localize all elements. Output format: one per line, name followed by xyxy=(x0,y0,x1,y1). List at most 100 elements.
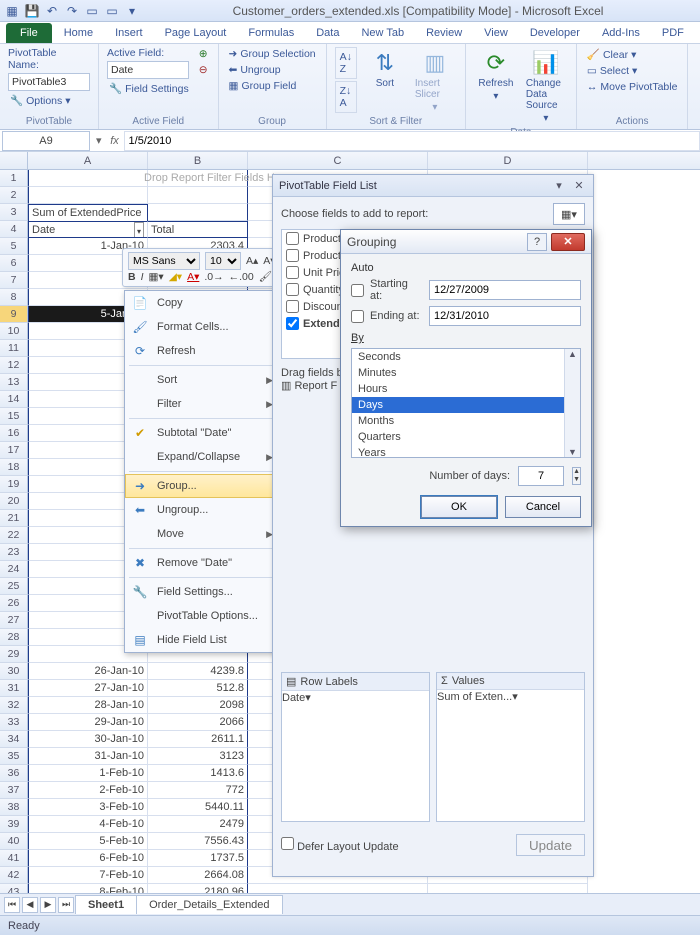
row-header[interactable]: 27 xyxy=(0,612,28,629)
help-icon[interactable]: ? xyxy=(527,233,547,251)
layout-button[interactable]: ▦▾ xyxy=(553,203,585,225)
by-option-months[interactable]: Months xyxy=(352,413,580,429)
cell[interactable]: 6-Feb-10 xyxy=(28,850,148,867)
cell[interactable]: 3-Feb-10 xyxy=(28,799,148,816)
row-header[interactable]: 31 xyxy=(0,680,28,697)
menu-item-hide-field-list[interactable]: ▤Hide Field List xyxy=(125,628,279,652)
field-checkbox[interactable] xyxy=(286,283,299,296)
cell[interactable]: 28-Jan-10 xyxy=(28,697,148,714)
tab-developer[interactable]: Developer xyxy=(520,23,590,43)
by-option-hours[interactable]: Hours xyxy=(352,381,580,397)
tab-nav-prev[interactable]: ◀ xyxy=(22,897,38,913)
field-settings-button[interactable]: 🔧 Field Settings xyxy=(107,81,191,96)
ending-at-input[interactable] xyxy=(429,306,581,326)
cell[interactable]: Total xyxy=(148,221,248,238)
row-header[interactable]: 41 xyxy=(0,850,28,867)
starting-at-input[interactable] xyxy=(429,280,581,300)
select-button[interactable]: ▭ Select ▾ xyxy=(585,64,680,78)
row-header[interactable]: 15 xyxy=(0,408,28,425)
format-painter-icon[interactable]: 🖌 xyxy=(259,270,272,283)
row-labels-zone[interactable]: ▤Row Labels Date▾ xyxy=(281,672,430,822)
qat-icon[interactable]: ▭ xyxy=(104,3,120,19)
field-checkbox[interactable] xyxy=(286,300,299,313)
menu-item-refresh[interactable]: ⟳Refresh xyxy=(125,339,279,363)
cell[interactable]: 5-Feb-10 xyxy=(28,833,148,850)
sort-button[interactable]: ⇅Sort xyxy=(363,47,407,92)
tab-nav-next[interactable]: ▶ xyxy=(40,897,56,913)
row-header[interactable]: 18 xyxy=(0,459,28,476)
fx-icon[interactable]: fx xyxy=(106,135,124,147)
col-header-d[interactable]: D xyxy=(428,152,588,169)
tab-addins[interactable]: Add-Ins xyxy=(592,23,650,43)
select-all-corner[interactable] xyxy=(0,152,28,169)
tab-formulas[interactable]: Formulas xyxy=(238,23,304,43)
row-header[interactable]: 6 xyxy=(0,255,28,272)
cell[interactable]: 1413.6 xyxy=(148,765,248,782)
row-header[interactable]: 13 xyxy=(0,374,28,391)
field-checkbox[interactable] xyxy=(286,317,299,330)
cell[interactable]: 26-Jan-10 xyxy=(28,663,148,680)
scrollbar[interactable]: ▲▼ xyxy=(564,349,580,457)
decrease-decimal-icon[interactable]: .0→ xyxy=(204,271,223,283)
row-header[interactable]: 22 xyxy=(0,527,28,544)
tab-insert[interactable]: Insert xyxy=(105,23,153,43)
cell[interactable]: 2098 xyxy=(148,697,248,714)
row-header[interactable]: 24 xyxy=(0,561,28,578)
options-button[interactable]: 🔧 Options ▾ xyxy=(8,93,90,108)
sort-asc-button[interactable]: A↓Z xyxy=(335,47,357,79)
menu-item-filter[interactable]: Filter▶ xyxy=(125,392,279,416)
by-option-minutes[interactable]: Minutes xyxy=(352,365,580,381)
tab-home[interactable]: Home xyxy=(54,23,103,43)
formula-input[interactable] xyxy=(124,131,700,151)
sheet-tab-order-details[interactable]: Order_Details_Extended xyxy=(136,895,282,914)
row-header[interactable]: 2 xyxy=(0,187,28,204)
row-header[interactable]: 32 xyxy=(0,697,28,714)
pivottable-name-input[interactable] xyxy=(8,73,90,91)
field-list-dropdown-icon[interactable]: ▾ xyxy=(551,178,567,194)
row-header[interactable]: 8 xyxy=(0,289,28,306)
namebox-dropdown-icon[interactable]: ▾ xyxy=(92,134,106,147)
sort-desc-button[interactable]: Z↓A xyxy=(335,81,357,113)
menu-item-group-[interactable]: ➜Group... xyxy=(125,474,279,498)
row-header[interactable]: 34 xyxy=(0,731,28,748)
by-option-years[interactable]: Years xyxy=(352,445,580,461)
menu-item-remove-date-[interactable]: ✖Remove "Date" xyxy=(125,551,279,575)
cell[interactable]: 1737.5 xyxy=(148,850,248,867)
borders-icon[interactable]: ▦▾ xyxy=(149,271,164,283)
row-header[interactable]: 5 xyxy=(0,238,28,255)
row-header[interactable]: 3 xyxy=(0,204,28,221)
row-header[interactable]: 39 xyxy=(0,816,28,833)
cell[interactable]: 2664.08 xyxy=(148,867,248,884)
menu-item-format-cells-[interactable]: 🖌Format Cells... xyxy=(125,315,279,339)
tab-pdf[interactable]: PDF xyxy=(652,23,694,43)
cell[interactable]: 4239.8 xyxy=(148,663,248,680)
cell[interactable]: 1-Feb-10 xyxy=(28,765,148,782)
row-header[interactable]: 26 xyxy=(0,595,28,612)
row-header[interactable]: 23 xyxy=(0,544,28,561)
value-field-sum[interactable]: Sum of Exten...▾ xyxy=(437,690,584,703)
redo-icon[interactable]: ↷ xyxy=(64,3,80,19)
group-selection-button[interactable]: ➜ Group Selection xyxy=(227,47,318,61)
row-header[interactable]: 17 xyxy=(0,442,28,459)
cell[interactable]: 3123 xyxy=(148,748,248,765)
menu-item-expand-collapse[interactable]: Expand/Collapse▶ xyxy=(125,445,279,469)
collapse-field-button[interactable]: ⊖ xyxy=(197,63,210,77)
ok-button[interactable]: OK xyxy=(421,496,497,518)
clear-button[interactable]: 🧹 Clear ▾ xyxy=(585,47,680,62)
row-header[interactable]: 10 xyxy=(0,323,28,340)
cell[interactable] xyxy=(148,187,248,204)
menu-item-copy[interactable]: 📄Copy xyxy=(125,291,279,315)
cell[interactable]: 2-Feb-10 xyxy=(28,782,148,799)
by-option-seconds[interactable]: Seconds xyxy=(352,349,580,365)
worksheet-grid[interactable]: A B C D 1 Drop Report Filter Fields Here… xyxy=(0,152,700,912)
tab-file[interactable]: File xyxy=(6,23,52,43)
sheet-tab-sheet1[interactable]: Sheet1 xyxy=(75,895,137,914)
undo-icon[interactable]: ↶ xyxy=(44,3,60,19)
row-header[interactable]: 38 xyxy=(0,799,28,816)
by-listbox[interactable]: SecondsMinutesHoursDaysMonthsQuartersYea… xyxy=(351,348,581,458)
by-option-quarters[interactable]: Quarters xyxy=(352,429,580,445)
row-header[interactable]: 42 xyxy=(0,867,28,884)
bold-button[interactable]: B xyxy=(128,271,136,283)
italic-button[interactable]: I xyxy=(141,271,144,283)
row-header[interactable]: 7 xyxy=(0,272,28,289)
